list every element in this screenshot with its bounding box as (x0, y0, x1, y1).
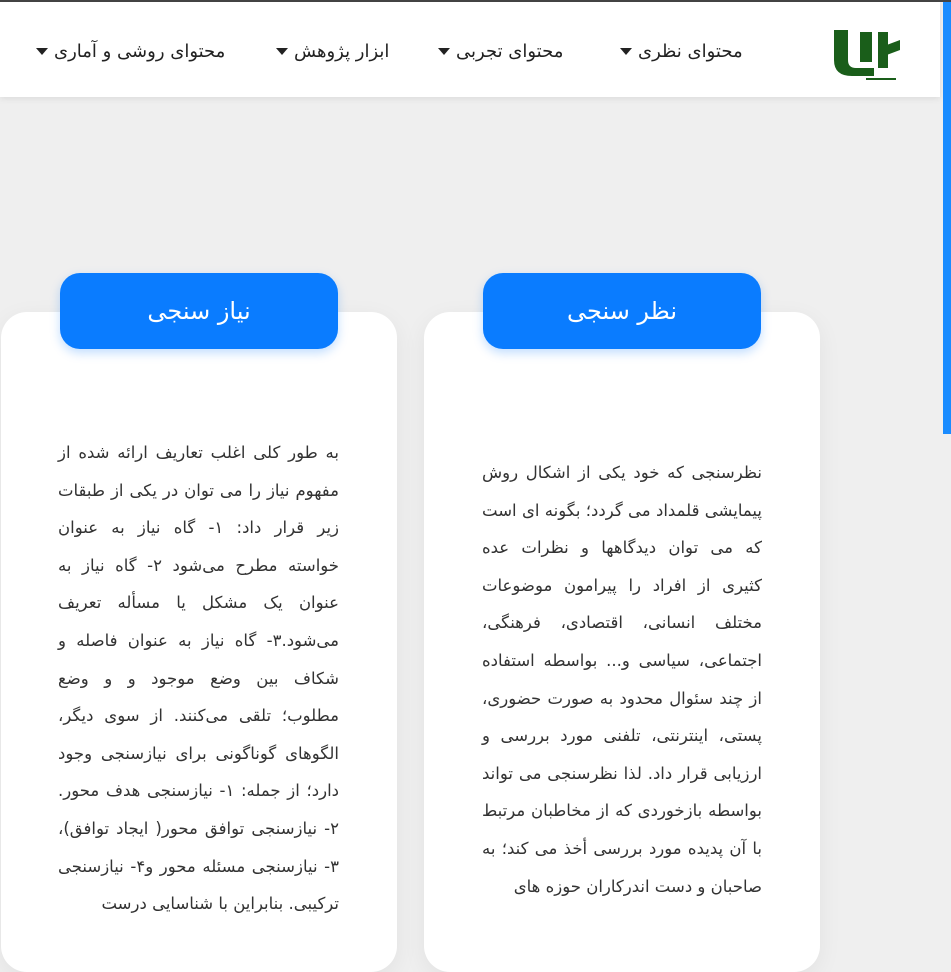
nav-item-method-statistics-content[interactable]: محتوای روشی و آماری (36, 36, 225, 66)
chevron-down-icon (36, 47, 48, 55)
site-header: محتوای نظری محتوای تجربی ابزار پژوهش محت… (0, 2, 940, 97)
nav-label: محتوای روشی و آماری (54, 40, 226, 62)
site-logo-icon[interactable] (826, 22, 904, 82)
card-needs-assessment-text: به طور کلی اغلب تعاریف ارائه شده از مفهو… (58, 443, 340, 914)
nav-item-empirical-content[interactable]: محتوای تجربی (438, 36, 563, 66)
nav-label: محتوای تجربی (456, 40, 564, 62)
chevron-down-icon (620, 47, 632, 55)
card-survey-text: نظرسنجی که خود یکی از اشکال روش پیمایشی … (482, 463, 762, 896)
nav-label: محتوای نظری (638, 40, 743, 62)
nav-item-research-tools[interactable]: ابزار پژوهش (276, 36, 389, 66)
card-survey-title-button[interactable]: نظر سنجی (483, 273, 761, 349)
chevron-down-icon (438, 47, 450, 55)
nav-label: ابزار پژوهش (294, 40, 390, 62)
scrollbar[interactable] (943, 2, 951, 434)
card-title-label: نیاز سنجی (147, 297, 251, 325)
chevron-down-icon (276, 47, 288, 55)
card-needs-assessment-title-button[interactable]: نیاز سنجی (60, 273, 338, 349)
nav-item-theoretical-content[interactable]: محتوای نظری (620, 36, 743, 66)
card-title-label: نظر سنجی (566, 297, 678, 325)
